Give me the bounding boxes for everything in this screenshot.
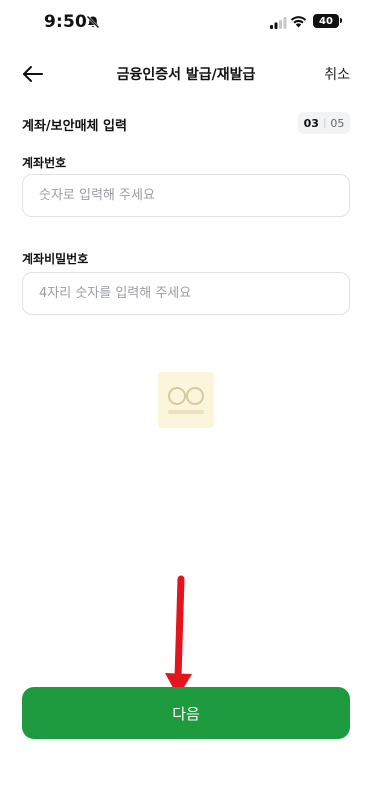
- cancel-button[interactable]: 취소: [324, 64, 350, 84]
- account-password-label: 계좌비밀번호: [22, 252, 89, 266]
- status-time: 9:50: [44, 12, 88, 32]
- battery-icon: 40: [313, 14, 339, 28]
- page-title: 금융인증서 발급/재발급: [116, 67, 256, 83]
- battery-tip: [340, 18, 342, 23]
- status-bar: 9:50 40: [0, 0, 372, 44]
- cellular-signal-icon: [270, 14, 287, 33]
- screen: 9:50 40 금융인증서 발급/재발급 취소 계좌/보안매체 입력 03 | …: [0, 0, 372, 800]
- watermark-logo: [158, 372, 214, 428]
- annotation-arrow: [165, 575, 192, 697]
- next-button[interactable]: 다음: [22, 687, 350, 739]
- glasses-icon: [168, 387, 204, 414]
- section-title: 계좌/보안매체 입력: [22, 119, 127, 134]
- step-current: 03: [303, 116, 319, 130]
- nav-bar: 금융인증서 발급/재발급 취소: [0, 56, 372, 92]
- account-number-input[interactable]: [22, 174, 350, 217]
- bell-slash-icon: [86, 14, 100, 33]
- account-password-input[interactable]: [22, 272, 350, 315]
- step-total: 05: [330, 116, 345, 130]
- account-number-label: 계좌번호: [22, 156, 67, 170]
- wifi-icon: [290, 13, 307, 32]
- step-divider: |: [322, 117, 327, 129]
- step-indicator: 03 | 05: [298, 112, 350, 134]
